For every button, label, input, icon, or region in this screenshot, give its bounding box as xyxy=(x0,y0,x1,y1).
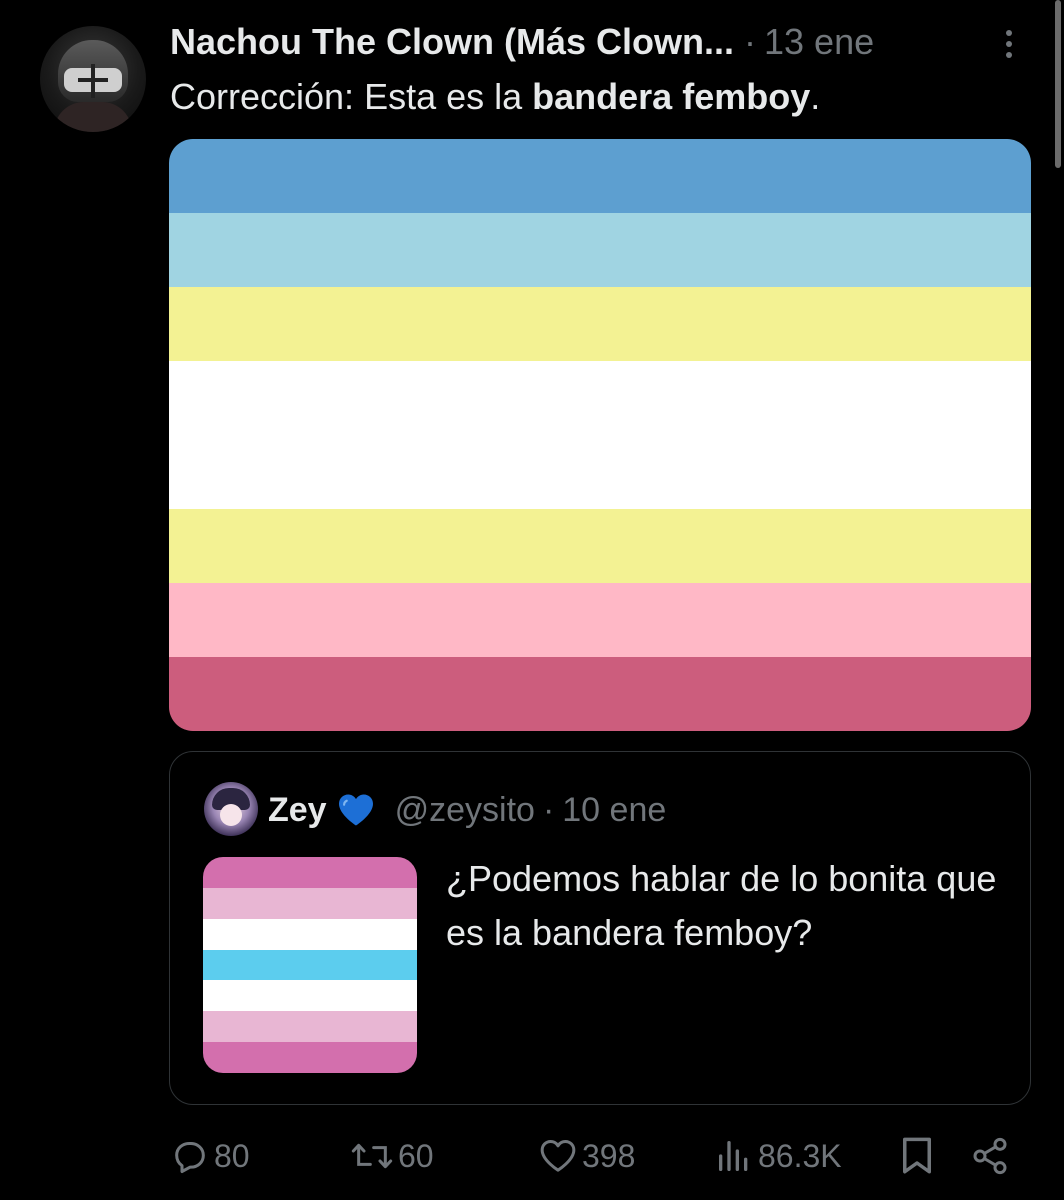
thumb-stripe xyxy=(203,918,417,950)
flag-stripe xyxy=(169,657,1031,731)
quoted-tweet[interactable]: Zey @zeysito · 10 ene ¿Podemos hablar de… xyxy=(169,751,1031,1105)
scrollbar[interactable] xyxy=(1055,0,1061,168)
views-button[interactable]: 86.3K xyxy=(714,1128,842,1184)
avatar-body xyxy=(54,102,132,132)
bookmark-icon xyxy=(903,1137,931,1174)
quote-header: Zey @zeysito · 10 ene xyxy=(268,788,666,832)
thumb-stripe xyxy=(203,949,417,981)
like-count: 398 xyxy=(582,1137,636,1174)
share-button[interactable] xyxy=(970,1128,1010,1184)
author-name[interactable]: Nachou The Clown (Más Clown... xyxy=(170,21,734,63)
reply-icon xyxy=(175,1142,205,1173)
bookmark-button[interactable] xyxy=(898,1128,936,1184)
tweet-text-end: . xyxy=(810,76,821,117)
more-options-icon[interactable] xyxy=(994,22,1024,66)
action-bar: 80 60 398 86.3K xyxy=(170,1128,1030,1184)
repost-icon xyxy=(351,1143,393,1169)
views-icon xyxy=(719,1141,748,1171)
more-dot xyxy=(1006,30,1012,36)
flag-stripe xyxy=(169,583,1031,657)
reply-button[interactable]: 80 xyxy=(170,1128,250,1184)
quote-handle[interactable]: @zeysito xyxy=(395,791,535,830)
repost-button[interactable]: 60 xyxy=(350,1128,434,1184)
flag-stripe xyxy=(169,213,1031,287)
flag-stripe xyxy=(169,361,1031,509)
flag-stripe xyxy=(169,509,1031,583)
blue-heart-icon xyxy=(338,794,373,826)
tweet-text-plain: Corrección: Esta es la xyxy=(170,76,533,117)
more-dot xyxy=(1006,41,1012,47)
quote-avatar[interactable] xyxy=(204,782,258,836)
flag-stripe xyxy=(169,287,1031,361)
quote-text: ¿Podemos hablar de lo bonita que es la b… xyxy=(446,858,997,953)
quote-separator: · xyxy=(542,790,555,829)
tweet-header: Nachou The Clown (Más Clown... · 13 ene xyxy=(170,20,874,64)
tweet-date[interactable]: 13 ene xyxy=(764,21,874,63)
like-button[interactable]: 398 xyxy=(538,1128,635,1184)
reply-count: 80 xyxy=(214,1137,250,1174)
thumb-stripe xyxy=(203,857,417,888)
quote-date[interactable]: 10 ene xyxy=(562,791,666,830)
thumb-stripe xyxy=(203,980,417,1012)
quote-avatar-face xyxy=(220,804,242,826)
tweet-text: Corrección: Esta es la bandera femboy. xyxy=(170,76,820,118)
thumb-stripe xyxy=(203,1042,417,1073)
share-icon xyxy=(973,1137,1007,1175)
views-count: 86.3K xyxy=(758,1137,842,1174)
flag-image[interactable] xyxy=(169,139,1031,731)
repost-count: 60 xyxy=(398,1137,434,1174)
like-icon xyxy=(540,1140,576,1172)
quote-author-name[interactable]: Zey xyxy=(268,791,327,830)
thumb-stripe xyxy=(203,1011,417,1043)
thumb-stripe xyxy=(203,887,417,919)
tweet-text-bold: bandera femboy xyxy=(532,76,811,117)
flag-stripe xyxy=(169,139,1031,213)
quote-thumbnail[interactable] xyxy=(203,857,417,1073)
more-dot xyxy=(1006,52,1012,58)
author-avatar[interactable] xyxy=(40,26,146,132)
header-separator: · xyxy=(744,21,757,62)
avatar-cross-horizontal xyxy=(78,78,108,82)
